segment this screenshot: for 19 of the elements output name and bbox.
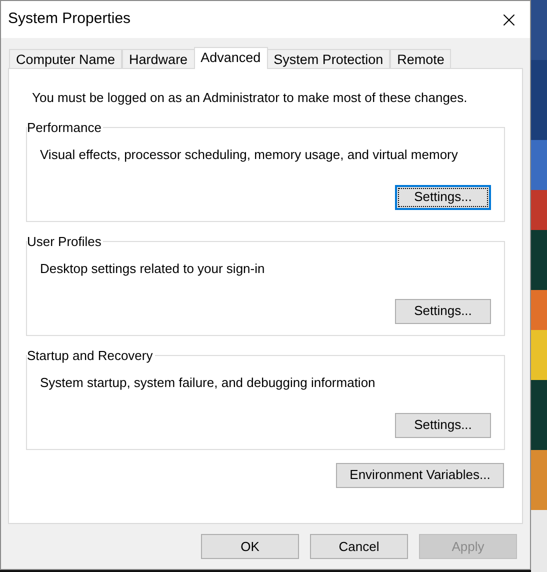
notice-text: You must be logged on as an Administrator to make most of these changes. (32, 89, 468, 107)
tab[interactable]: Advanced (194, 47, 268, 69)
settings-button[interactable]: Settings... (395, 298, 491, 324)
dialog-button[interactable]: Cancel (310, 534, 408, 559)
group-description: Desktop settings related to your sign-in (40, 260, 266, 278)
settings-button[interactable]: Settings... (395, 412, 491, 438)
dialog-button[interactable]: OK (201, 534, 299, 559)
settings-button[interactable]: Settings... (395, 184, 491, 210)
window-title: System Properties (8, 9, 131, 30)
tab[interactable]: System Protection (266, 49, 390, 69)
group-title: User Profiles (27, 232, 102, 250)
tab[interactable]: Hardware (122, 49, 195, 69)
group-description: Visual effects, processor scheduling, memory usage, and virtual memory (40, 146, 459, 164)
group-title: Startup and Recovery (27, 346, 154, 365)
group-title: Performance (27, 118, 102, 136)
tab[interactable]: Remote (390, 49, 452, 69)
tab[interactable]: Computer Name (9, 49, 122, 69)
group-description: System startup, system failure, and debugging information (40, 374, 376, 392)
environment-variables-button[interactable]: Environment Variables... (336, 462, 504, 488)
